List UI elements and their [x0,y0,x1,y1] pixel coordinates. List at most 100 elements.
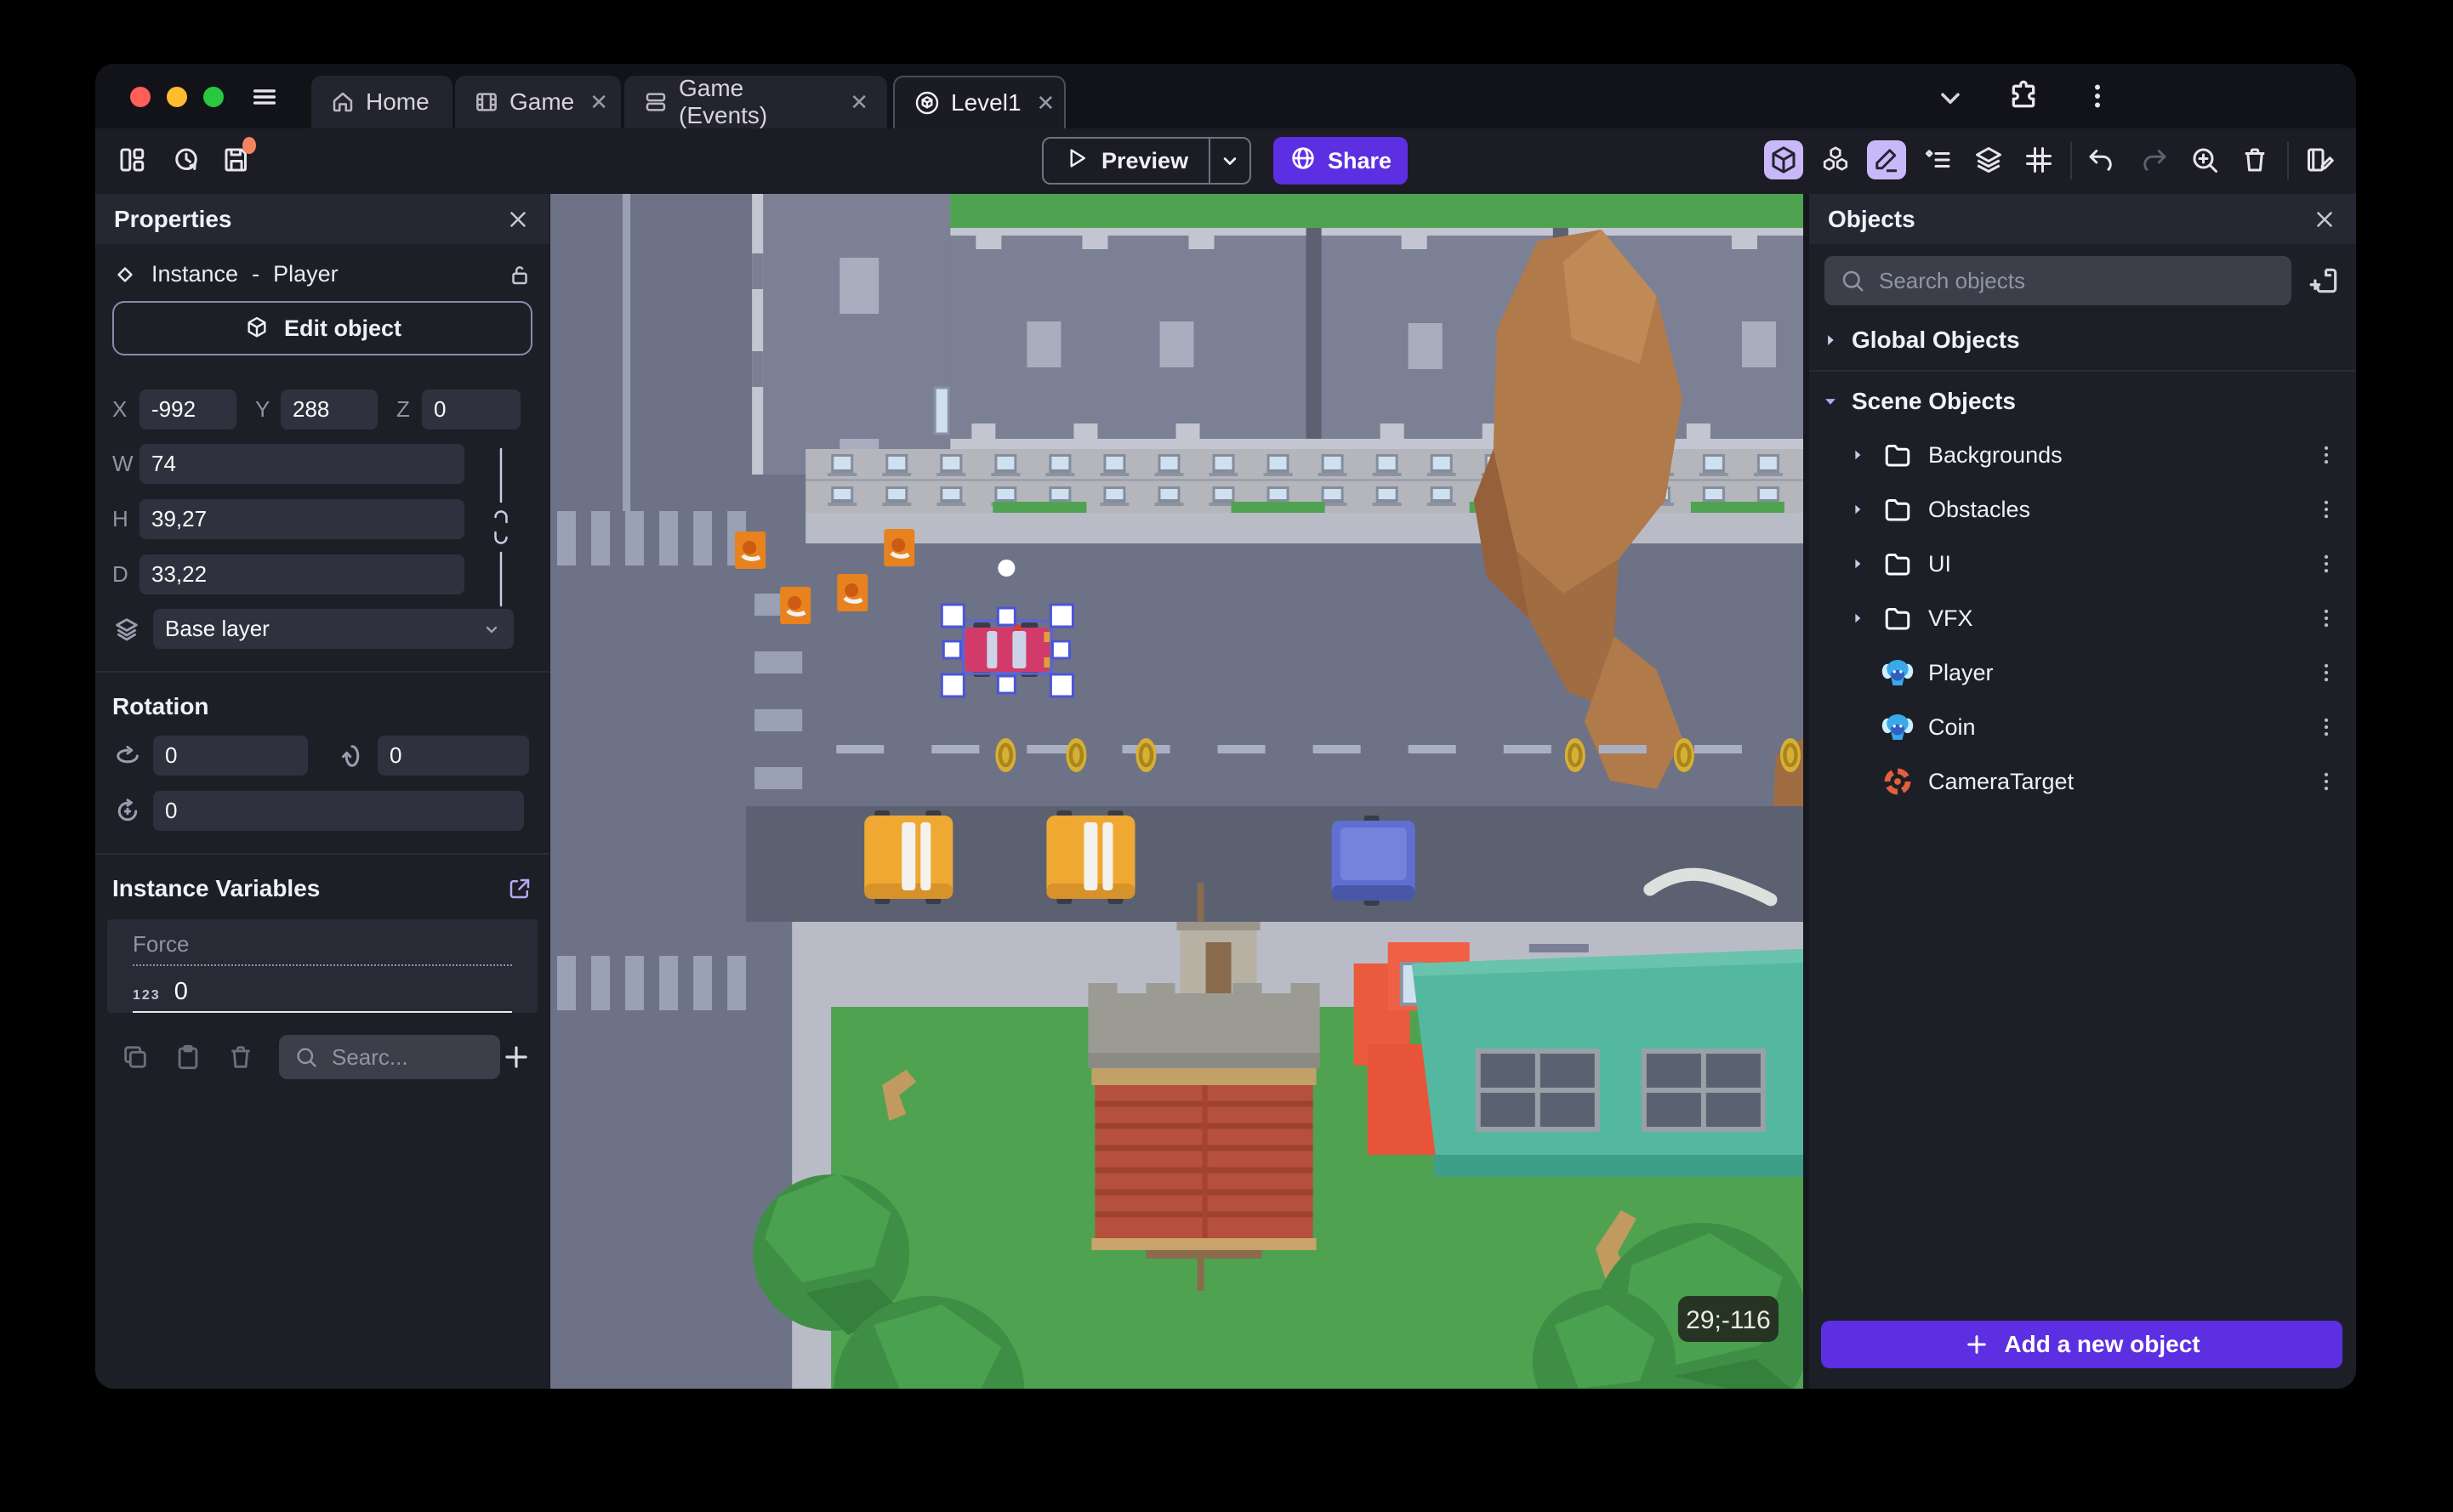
close-icon[interactable] [2312,207,2337,232]
object-item-ui[interactable]: UI [1809,537,2356,591]
window-chevron-down-icon[interactable] [1935,82,1966,117]
z-input[interactable] [422,389,521,429]
screen: Home Game ✕ Game (Events) ✕ Level1 ✕ Pre… [0,0,2453,1512]
add-folder-icon[interactable] [2308,264,2341,297]
external-link-icon[interactable] [507,876,532,901]
blue-car [1331,816,1415,906]
preview-options-chevron[interactable] [1210,139,1249,183]
tab-bar: Home Game ✕ Game (Events) ✕ Level1 ✕ [95,64,2356,128]
preview-label: Preview [1101,147,1189,173]
kebab-menu-icon[interactable] [2314,442,2339,468]
y-label: Y [255,396,270,422]
x-label: X [112,396,128,422]
variable-row[interactable]: Force 123 0 [107,919,538,1013]
object-item-coin[interactable]: Coin [1809,700,2356,754]
panel-title: Objects [1828,205,1915,232]
zoom-in-icon[interactable] [2185,140,2224,179]
w-label: W [112,451,134,476]
folder-icon [1881,603,1915,634]
object-item-player[interactable]: Player [1809,645,2356,700]
traffic-zoom-button[interactable] [203,87,224,107]
close-icon[interactable]: ✕ [850,89,868,116]
rotation-handle[interactable] [998,560,1016,577]
h-label: H [112,506,128,531]
add-new-object-button[interactable]: Add a new object [1821,1321,2342,1368]
tab-home[interactable]: Home [311,76,452,128]
kebab-menu-icon[interactable] [2314,660,2339,685]
view-3d-icon[interactable] [1764,140,1803,179]
rotation-z-input[interactable] [153,791,524,831]
layers-icon[interactable] [1969,140,2008,179]
section-global-objects[interactable]: Global Objects [1809,314,2356,367]
layer-value: Base layer [165,616,270,641]
edit-mode-pencil-icon[interactable] [1867,140,1906,179]
layer-select[interactable]: Base layer [153,609,514,649]
trash-icon[interactable] [226,1043,255,1071]
variables-search[interactable] [279,1035,500,1079]
objects-cubes-icon[interactable] [1816,140,1855,179]
properties-panel: Properties Instance - Player Edit object… [95,194,549,1389]
player-car[interactable] [965,622,1050,677]
diamond-icon [112,262,138,287]
tab-game-events[interactable]: Game (Events) ✕ [624,75,887,128]
save-icon[interactable] [217,137,256,179]
object-item-obstacles[interactable]: Obstacles [1809,482,2356,537]
tab-label: Level1 [951,89,1022,116]
rotation-y-input[interactable] [378,736,529,776]
preview-button[interactable]: Preview [1042,137,1252,185]
kebab-menu-icon[interactable] [2314,605,2339,631]
object-label: VFX [1928,605,1973,631]
edit-object-button[interactable]: Edit object [112,301,532,355]
add-variable-plus-icon[interactable] [500,1041,532,1073]
caret-right-icon [1848,447,1867,463]
grid-icon[interactable] [2019,140,2058,179]
paste-icon[interactable] [174,1043,202,1071]
y-input[interactable] [281,389,378,429]
share-button[interactable]: Share [1273,137,1408,185]
variable-name[interactable]: Force [133,931,512,966]
x-input[interactable] [139,389,236,429]
traffic-close-button[interactable] [130,87,151,107]
trash-icon[interactable] [2235,140,2274,179]
height-input[interactable] [139,499,464,539]
rotation-x-input[interactable] [153,736,308,776]
object-item-cameratarget[interactable]: CameraTarget [1809,754,2356,809]
undo-icon[interactable] [2081,140,2120,179]
section-label: Scene Objects [1852,388,2016,414]
scene-canvas[interactable]: 29;-116 [550,194,1810,1389]
tab-game[interactable]: Game ✕ [455,76,621,128]
section-scene-objects[interactable]: Scene Objects [1809,375,2356,428]
cube-3d-icon [243,315,270,342]
extensions-icon[interactable] [2006,79,2040,117]
edit-events-icon[interactable] [2301,140,2340,179]
width-input[interactable] [139,444,464,484]
variable-value[interactable]: 0 [174,978,188,1006]
history-icon[interactable] [167,140,206,179]
close-icon[interactable]: ✕ [589,89,608,116]
layout-panels-icon[interactable] [112,140,151,179]
kebab-menu-icon[interactable] [2314,497,2339,522]
traffic-minimize-button[interactable] [167,87,187,107]
redo-icon[interactable] [2135,140,2174,179]
object-item-backgrounds[interactable]: Backgrounds [1809,428,2356,482]
kebab-menu-icon[interactable] [2082,81,2113,116]
object-label: Backgrounds [1928,441,2063,468]
kebab-menu-icon[interactable] [2314,551,2339,577]
size-link-column[interactable] [490,444,512,615]
instance-object-name: Player [273,261,339,287]
depth-input[interactable] [139,554,464,594]
kebab-menu-icon[interactable] [2314,714,2339,740]
variables-search-input[interactable] [330,1043,485,1071]
objects-search[interactable] [1824,256,2291,305]
instances-list-icon[interactable] [1919,140,1958,179]
preview-main[interactable]: Preview [1044,139,1209,183]
object-item-vfx[interactable]: VFX [1809,591,2356,645]
close-icon[interactable]: ✕ [1037,90,1056,117]
tab-level1[interactable]: Level1 ✕ [893,76,1066,128]
copy-icon[interactable] [121,1043,150,1071]
close-icon[interactable] [505,207,531,232]
kebab-menu-icon[interactable] [2314,769,2339,794]
unlock-icon[interactable] [507,262,532,287]
objects-search-input[interactable] [1877,266,2276,295]
main-menu-icon[interactable] [250,82,279,111]
